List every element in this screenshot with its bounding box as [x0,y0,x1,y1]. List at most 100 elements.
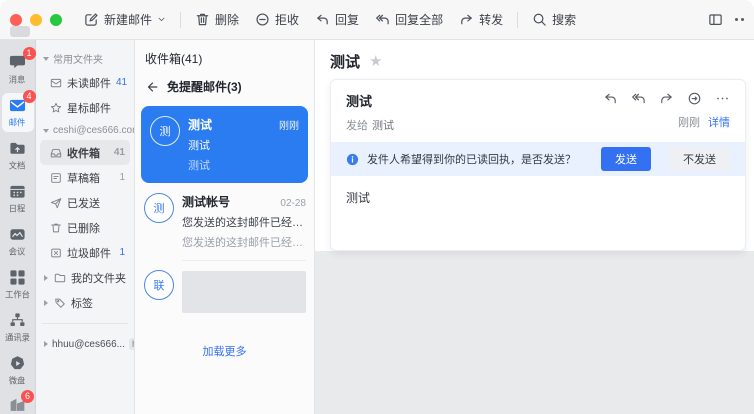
folder-pane-divider [42,323,128,324]
minimize-window-button[interactable] [30,14,42,26]
account-hhuu[interactable]: hhuu@ces666... hhuu [40,332,130,356]
loading-skeleton [182,271,306,313]
forward-icon[interactable] [659,91,674,106]
section-common-folders[interactable]: 常用文件夹 [36,46,134,70]
unread-mail-icon [50,77,62,89]
folder-starred[interactable]: 星标邮件 [40,95,130,120]
reply-all-button[interactable]: 回复全部 [367,6,451,33]
dont-send-receipt-button[interactable]: 不发送 [669,147,730,171]
rail-item-messages[interactable]: 消息 1 [2,50,34,89]
star-toggle-icon[interactable]: ★ [369,54,382,69]
message-time: 02-28 [280,198,306,209]
toolbar-divider [180,12,181,28]
rail-item-workbench[interactable]: 工作台 [2,265,34,304]
reply-all-icon [375,12,390,27]
rail-item-workspace[interactable]: 6 [8,394,27,414]
folder-spam[interactable]: 垃圾邮件 1 [40,240,130,265]
message-item-loading[interactable]: 联 [135,260,314,323]
rail-item-calendar[interactable]: 日程 [2,179,34,218]
caret-right-icon [44,341,48,347]
forward-icon [459,12,474,27]
spam-icon [50,247,62,259]
delete-label: 删除 [215,11,239,28]
unread-badge: 1 [23,47,36,60]
avatar: 测 [150,116,180,146]
search-label: 搜索 [552,11,576,28]
trash-icon [195,12,210,27]
rail-item-drive[interactable]: 微盘 [2,351,34,390]
drive-icon [9,355,26,372]
message-sender: 测试 [188,116,273,133]
docs-icon [9,140,26,157]
reject-button[interactable]: 拒收 [247,6,307,33]
sidebar-peek-decoration [10,26,30,37]
search-button[interactable]: 搜索 [524,6,584,33]
layout-panel-icon[interactable] [708,12,723,27]
rail-item-meeting[interactable]: 会议 [2,222,34,261]
trash-icon [50,222,62,234]
folder-count: 1 [119,172,125,183]
recipient-name[interactable]: 测试 [372,120,394,132]
message-list-header: 收件箱(41) [135,40,314,69]
rail-item-contacts[interactable]: 通讯录 [2,308,34,347]
folder-count: 41 [114,147,125,158]
folder-tags[interactable]: 标签 [40,290,130,315]
reply-icon[interactable] [603,91,618,106]
section-account-ceshi[interactable]: ceshi@ces666.com [36,120,134,140]
app-rail: 消息 1 邮件 4 文档 日程 会议 工作台 [0,40,36,414]
more-icon[interactable] [715,91,730,106]
drafts-icon [50,172,62,184]
receipt-question: 发件人希望得到你的已读回执，是否发送？ [367,151,593,167]
toolbar: 新建邮件 删除 拒收 回复 回复全部 转发 搜索 [0,0,754,40]
workbench-icon [9,269,26,286]
mail-time: 刚刚 [678,117,700,129]
reply-all-icon[interactable] [631,91,646,106]
message-sender: 测试帐号 [182,193,274,210]
details-link[interactable]: 详情 [708,117,730,129]
caret-down-icon [43,129,49,133]
reply-icon [315,12,330,27]
message-subject: 您发送的这封邮件已经被打开。 [182,214,306,230]
calendar-icon [9,183,26,200]
load-more-link[interactable]: 加载更多 [135,343,314,359]
zoom-window-button[interactable] [50,14,62,26]
close-window-button[interactable] [10,14,22,26]
compose-label: 新建邮件 [104,11,152,28]
folder-inbox[interactable]: 收件箱 41 [40,140,130,165]
toolbar-divider [517,12,518,28]
folder-sent[interactable]: 已发送 [40,190,130,215]
main-area: 消息 1 邮件 4 文档 日程 会议 工作台 [0,40,754,414]
folder-icon [54,272,66,284]
folder-my-folders[interactable]: 我的文件夹 [40,265,130,290]
message-list-pane: 收件箱(41) 免提醒邮件(3) 测 测试 刚刚 测试 测试 测 [135,40,315,414]
filter-label: 免提醒邮件(3) [167,78,242,95]
forward-circle-icon[interactable] [687,91,702,106]
caret-down-icon [43,57,49,61]
delete-button[interactable]: 删除 [187,6,247,33]
chevron-down-icon [157,15,166,24]
rail-item-mail[interactable]: 邮件 4 [2,93,34,132]
message-subject: 测试 [188,137,299,153]
forward-label: 转发 [479,11,503,28]
reply-button[interactable]: 回复 [307,6,367,33]
more-icon[interactable] [735,18,744,21]
mail-sender: 测试 [346,91,603,110]
forward-button[interactable]: 转发 [451,6,511,33]
back-arrow-icon[interactable] [145,80,159,94]
folder-count: 41 [116,77,127,88]
caret-right-icon [44,275,49,281]
rail-item-docs[interactable]: 文档 [2,136,34,175]
mail-recipients: 发给测试 [346,117,603,133]
reply-label: 回复 [335,11,359,28]
avatar: 联 [144,270,174,300]
message-item[interactable]: 测 测试帐号 02-28 您发送的这封邮件已经被打开。 您发送的这封邮件已经被打… [135,183,314,260]
contacts-icon [9,312,26,329]
caret-right-icon [44,300,49,306]
message-item[interactable]: 测 测试 刚刚 测试 测试 [141,106,308,183]
send-receipt-button[interactable]: 发送 [601,147,651,171]
folder-unread[interactable]: 未读邮件 41 [40,70,130,95]
message-preview: 您发送的这封邮件已经被打开。 [182,234,306,250]
folder-drafts[interactable]: 草稿箱 1 [40,165,130,190]
folder-deleted[interactable]: 已删除 [40,215,130,240]
compose-button[interactable]: 新建邮件 [76,6,174,33]
